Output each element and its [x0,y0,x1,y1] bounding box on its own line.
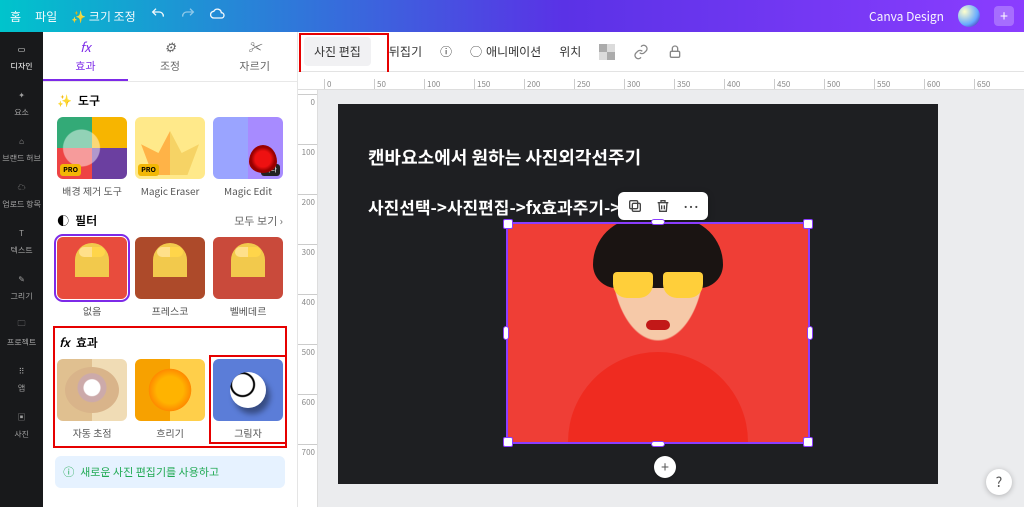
help-button[interactable]: ? [986,469,1012,495]
resize-label: 크기 조정 [89,8,136,25]
fx-shadow[interactable]: 그림자 [213,359,283,440]
ruler-vertical: 0100200300400500600700 [298,90,318,507]
delete-icon[interactable] [654,197,672,215]
ruler-horizontal: 050100150200250300350400450500550600650 [298,72,1024,90]
resize-handle[interactable] [503,437,513,447]
resize-handle[interactable] [803,437,813,447]
file-menu[interactable]: 파일 [35,8,57,25]
resize-handle[interactable] [807,326,813,340]
canvas-area: 사진 편집 뒤집기 ⓘ ◯ 애니메이션 위치 05010015020025030… [298,32,1024,507]
resize-handle[interactable] [803,219,813,229]
rail-brand[interactable]: ⌂브랜드 허브 [2,132,41,164]
resize-handle[interactable] [503,219,513,229]
redo-button[interactable] [180,6,196,26]
left-rail: ▭디자인 ✦요소 ⌂브랜드 허브 ☁업로드 항목 T텍스트 ✎그리기 🗀프로젝트… [0,32,43,507]
context-toolbar: 사진 편집 뒤집기 ⓘ ◯ 애니메이션 위치 [298,32,1024,72]
filter-none[interactable]: 없음 [57,237,127,318]
fx-autofocus[interactable]: 자동 초점 [57,359,127,440]
side-panel: fx효과 ⚙조정 ✂자르기 ✨ 도구 PRO 배경 제거 도구 PRO Magi… [43,32,298,507]
resize-menu[interactable]: ✨ 크기 조정 [71,8,136,25]
beta-badge: 베타 [261,164,280,176]
selected-image[interactable] [508,224,808,442]
tab-adjust[interactable]: ⚙조정 [128,32,213,81]
rail-uploads[interactable]: ☁업로드 항목 [2,178,41,210]
filters-section: ◐ 필터모두 보기 › 없음 프레스코 벨베데르 [43,202,297,322]
resize-handle[interactable] [651,441,665,447]
see-all-filters[interactable]: 모두 보기 › [234,213,283,229]
rail-design[interactable]: ▭디자인 [11,40,33,72]
artboard[interactable]: 캔바요소에서 원하는 사진외각선주기 사진선택->사진편집->fx효과주기->그… [338,104,938,484]
info-icon[interactable]: ⓘ [440,43,452,60]
tools-section: ✨ 도구 PRO 배경 제거 도구 PRO Magic Eraser 베타 Ma… [43,82,297,202]
info-banner[interactable]: ⓘ 새로운 사진 편집기를 사용하고 [55,456,285,488]
fx-blur[interactable]: 흐리기 [135,359,205,440]
tools-title: 도구 [78,92,100,109]
tool-bg-remove[interactable]: PRO 배경 제거 도구 [57,117,127,198]
rail-text[interactable]: T텍스트 [11,224,33,256]
filter-fresco[interactable]: 프레스코 [135,237,205,318]
resize-handle[interactable] [651,219,665,225]
design-title[interactable]: Canva Design [869,8,944,25]
panel-tabs: fx효과 ⚙조정 ✂자르기 [43,32,297,82]
more-icon[interactable]: ⋯ [682,197,700,215]
floating-toolbar: ⋯ [618,192,708,220]
tool-magic-eraser[interactable]: PRO Magic Eraser [135,117,205,198]
cloud-sync-icon[interactable] [210,6,226,26]
rail-photos[interactable]: ▣사진 [13,408,31,440]
lock-icon[interactable] [667,44,683,60]
artboard-viewport[interactable]: 캔바요소에서 원하는 사진외각선주기 사진선택->사진편집->fx효과주기->그… [318,90,1024,507]
rail-projects[interactable]: 🗀프로젝트 [7,316,36,348]
filters-title: 필터 [75,212,97,229]
fx-section-highlight: fx 효과 자동 초점 흐리기 그림자 [55,328,285,446]
home-button[interactable]: 홈 [10,8,21,25]
fx-title: 효과 [76,334,98,351]
filter-belvedere[interactable]: 벨베데르 [213,237,283,318]
avatar[interactable] [958,5,980,27]
resize-handle[interactable] [503,326,509,340]
position-button[interactable]: 위치 [559,43,581,60]
pro-badge: PRO [138,164,159,176]
image-content [508,224,808,442]
flip-button[interactable]: 뒤집기 [389,43,422,60]
share-plus-button[interactable]: + [994,6,1014,26]
duplicate-icon[interactable] [626,197,644,215]
rail-draw[interactable]: ✎그리기 [11,270,33,302]
tab-effects[interactable]: fx효과 [43,32,128,81]
top-bar: 홈 파일 ✨ 크기 조정 Canva Design + [0,0,1024,32]
rail-apps[interactable]: ⠿앱 [13,362,31,394]
undo-button[interactable] [150,6,166,26]
tab-crop[interactable]: ✂자르기 [212,32,297,81]
add-page-button[interactable]: + [654,456,676,478]
transparency-icon[interactable] [599,44,615,60]
edit-image-button[interactable]: 사진 편집 [304,37,371,66]
rail-elements[interactable]: ✦요소 [13,86,31,118]
animate-button[interactable]: ◯ 애니메이션 [470,43,541,60]
link-icon[interactable] [633,44,649,60]
artboard-title[interactable]: 캔바요소에서 원하는 사진외각선주기 [368,144,641,170]
tool-magic-edit[interactable]: 베타 Magic Edit [213,117,283,198]
pro-badge: PRO [60,164,81,176]
